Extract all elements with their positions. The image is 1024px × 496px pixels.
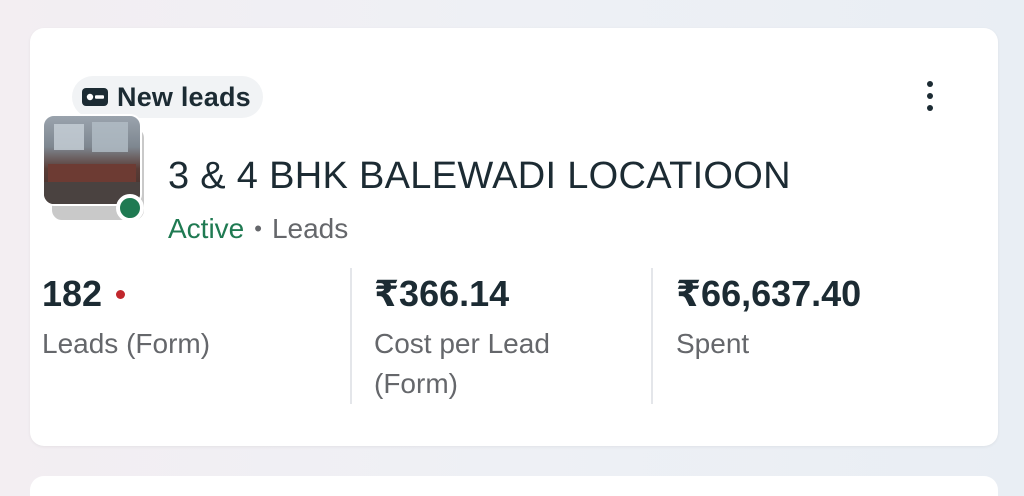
new-leads-badge: New leads	[72, 76, 263, 118]
campaign-objective: Leads	[271, 213, 349, 244]
lead-form-icon	[82, 88, 108, 106]
next-campaign-card[interactable]	[30, 476, 998, 496]
metric-cost-per-lead-value: ₹366.14	[374, 273, 510, 314]
page: New leads 3 & 4 BHK BALEWADI LOCATIOON A…	[0, 0, 1024, 496]
metric-leads-label: Leads (Form)	[42, 328, 211, 359]
badge-label: New leads	[117, 81, 251, 112]
status-separator: •	[254, 216, 262, 241]
active-status-dot	[116, 194, 144, 222]
metric-spent-label: Spent	[676, 328, 750, 359]
ad-thumbnail-image	[42, 114, 142, 206]
more-vertical-icon	[927, 81, 933, 87]
campaign-status-line: Active • Leads	[168, 212, 348, 246]
ad-thumbnail[interactable]	[42, 114, 150, 222]
metric-cost-per-lead[interactable]: ₹366.14 Cost per Lead (Form)	[350, 268, 628, 404]
metrics-row: 182 Leads (Form) ₹366.14 Cost per Lead (…	[42, 268, 942, 404]
metric-leads[interactable]: 182 Leads (Form)	[42, 268, 320, 404]
status-active: Active	[168, 213, 245, 244]
metric-spent[interactable]: ₹66,637.40 Spent	[652, 268, 942, 404]
metric-leads-value: 182	[42, 273, 103, 314]
alert-dot-icon	[116, 289, 126, 299]
more-options-button[interactable]	[910, 74, 950, 118]
campaign-title[interactable]: 3 & 4 BHK BALEWADI LOCATIOON	[168, 152, 791, 200]
metric-spent-value: ₹66,637.40	[676, 273, 862, 314]
metric-cost-per-lead-label: Cost per Lead (Form)	[374, 328, 550, 399]
